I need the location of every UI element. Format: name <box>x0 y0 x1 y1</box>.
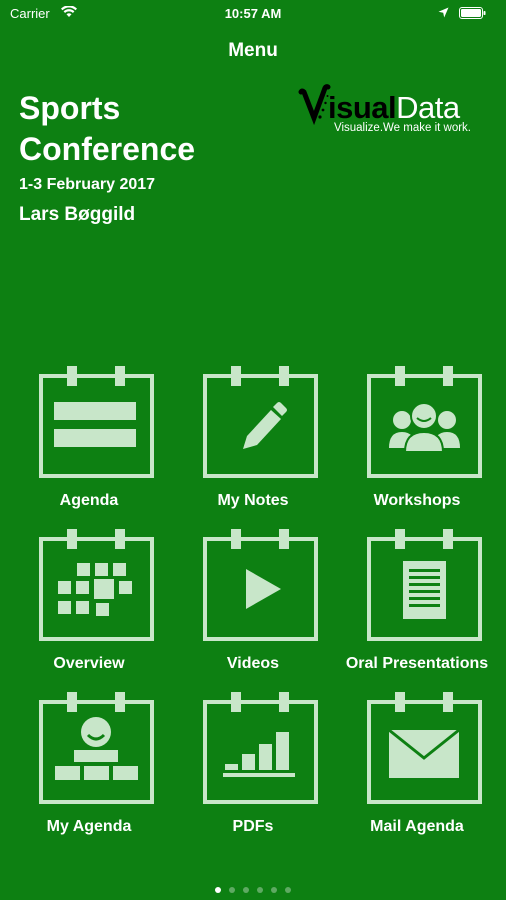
tile-label: Videos <box>226 655 280 672</box>
battery-icon <box>459 7 486 19</box>
nav-title: Menu <box>228 40 278 61</box>
tile-label: My Agenda <box>46 818 132 835</box>
tile-my-notes[interactable]: My Notes <box>171 366 335 516</box>
conference-dates: 1-3 February 2017 <box>19 176 156 193</box>
page-dot[interactable] <box>271 887 277 893</box>
tile-label: Mail Agenda <box>370 818 464 835</box>
clock: 10:57 AM <box>224 6 282 21</box>
tile-label: Oral Presentations <box>345 655 489 672</box>
tile-agenda[interactable]: Agenda <box>7 366 171 516</box>
logo-tagline: Visualize.We make it work. <box>334 122 471 134</box>
page-indicator[interactable] <box>0 887 506 893</box>
tile-pdfs[interactable]: PDFs <box>171 692 335 842</box>
location-arrow-icon <box>438 7 449 18</box>
page-dot[interactable] <box>229 887 235 893</box>
calendar-grid-icon <box>39 529 154 641</box>
pencil-icon <box>203 366 318 478</box>
tile-videos[interactable]: Videos <box>171 529 335 679</box>
person-icon <box>39 692 154 804</box>
people-group-icon <box>367 366 482 478</box>
logo-word: isualData <box>328 90 460 125</box>
page-dot[interactable] <box>257 887 263 893</box>
visualdata-logo: isualData Visualize.We make it work. <box>296 84 502 142</box>
tile-my-agenda[interactable]: My Agenda <box>7 692 171 842</box>
agenda-list-icon <box>39 366 154 478</box>
play-icon <box>203 529 318 641</box>
envelope-icon <box>367 692 482 804</box>
page-dot[interactable] <box>215 887 221 893</box>
tile-oral-presentations[interactable]: Oral Presentations <box>335 529 499 679</box>
tile-mail-agenda[interactable]: Mail Agenda <box>335 692 499 842</box>
page-dot[interactable] <box>243 887 249 893</box>
conference-title: Sports Conference <box>19 90 196 167</box>
tile-label: Overview <box>53 655 125 672</box>
status-bar: Carrier 10:57 AM <box>0 0 506 28</box>
bar-chart-icon <box>203 692 318 804</box>
tile-workshops[interactable]: Workshops <box>335 366 499 516</box>
tile-overview[interactable]: Overview <box>7 529 171 679</box>
page-dot[interactable] <box>285 887 291 893</box>
tile-label: My Notes <box>217 492 289 509</box>
tile-label: Workshops <box>373 492 461 509</box>
user-name: Lars Bøggild <box>19 204 136 225</box>
tile-label: PDFs <box>232 818 274 835</box>
tile-label: Agenda <box>59 492 119 509</box>
document-icon <box>367 529 482 641</box>
